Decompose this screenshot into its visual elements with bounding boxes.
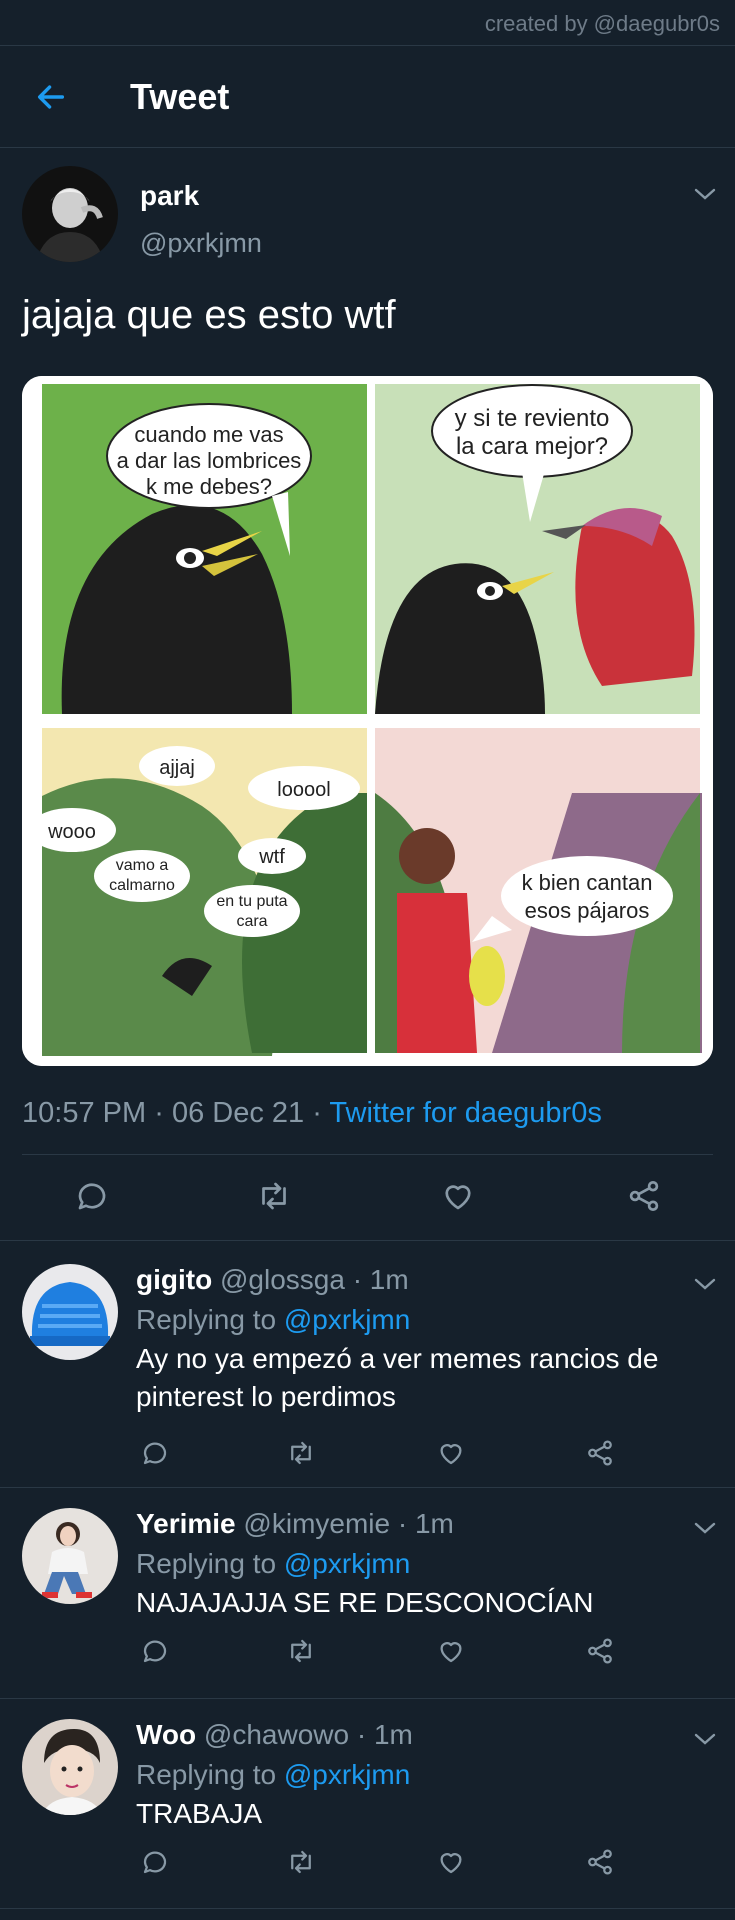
tweet-media-image[interactable]: cuando me vas a dar las lombrices k me d…: [22, 376, 713, 1066]
comic-panel-4: k bien cantan esos pájaros: [375, 728, 702, 1053]
chevron-down-icon[interactable]: [692, 186, 718, 202]
user-handle[interactable]: @glossga: [220, 1264, 345, 1295]
share-icon[interactable]: [585, 1438, 615, 1468]
tweet-text: jajaja que es esto wtf: [22, 293, 396, 337]
heart-icon[interactable]: [436, 1847, 466, 1877]
comic-text: cuando me vas: [134, 422, 283, 447]
top-bar: Tweet: [0, 46, 735, 148]
user-handle[interactable]: @chawowo: [204, 1719, 349, 1750]
display-name[interactable]: Woo: [136, 1719, 196, 1750]
display-name[interactable]: gigito: [136, 1264, 212, 1295]
reply-text-line: Ay no ya empezó a ver memes rancios de: [136, 1343, 659, 1374]
comic-text: en tu puta: [216, 893, 287, 910]
credit-text: created by @daegubr0s: [0, 0, 735, 46]
display-name[interactable]: Yerimie: [136, 1508, 236, 1539]
reply-time: · 1m: [356, 1719, 413, 1750]
avatar[interactable]: [22, 1264, 118, 1360]
share-icon[interactable]: [626, 1178, 662, 1214]
reply-text-line: TRABAJA: [136, 1798, 263, 1829]
reply-item[interactable]: gigito @glossga · 1m Replying to @pxrkjm…: [0, 1240, 735, 1488]
comic-text: k bien cantan: [522, 870, 653, 895]
replying-label: Replying to: [136, 1548, 277, 1579]
tweet-source-link[interactable]: Twitter for daegubr0s: [329, 1097, 601, 1129]
comic-text: wtf: [258, 846, 285, 868]
comic-text: k me debes?: [146, 474, 272, 499]
mention-link[interactable]: @pxrkjmn: [284, 1548, 410, 1579]
avatar[interactable]: [22, 1508, 118, 1604]
replying-label: Replying to: [136, 1304, 277, 1335]
reply-text: NAJAJAJJA SE RE DESCONOCÍAN: [136, 1584, 706, 1622]
chevron-down-icon[interactable]: [692, 1731, 718, 1747]
comment-icon[interactable]: [74, 1178, 110, 1214]
page-title: Tweet: [130, 75, 230, 117]
tweet-author: park @pxrkjmn: [22, 150, 714, 268]
chevron-down-icon[interactable]: [692, 1520, 718, 1536]
share-icon[interactable]: [585, 1847, 615, 1877]
comic-text: cara: [236, 913, 267, 930]
tweet-time: 10:57 PM: [22, 1097, 147, 1129]
retweet-icon[interactable]: [286, 1847, 316, 1877]
comic-text: vamo a: [116, 857, 169, 874]
user-handle[interactable]: @kimyemie: [243, 1508, 390, 1539]
tweet-meta: 10:57 PM · 06 Dec 21 · Twitter for daegu…: [22, 1097, 602, 1130]
reply-text-line: NAJAJAJJA SE RE DESCONOCÍAN: [136, 1587, 594, 1618]
comic-text: ajjaj: [159, 757, 195, 779]
comic-text: y si te reviento: [455, 405, 610, 432]
user-handle[interactable]: @pxrkjmn: [140, 228, 262, 259]
reply-time: · 1m: [397, 1508, 454, 1539]
comic-panel-2: y si te reviento la cara mejor?: [375, 384, 700, 714]
divider: [22, 1154, 713, 1155]
reply-item[interactable]: Woo @chawowo · 1m Replying to @pxrkjmn T…: [0, 1699, 735, 1909]
meta-separator: ·: [154, 1097, 164, 1129]
comic-text: looool: [277, 779, 330, 801]
meta-separator: ·: [312, 1097, 322, 1129]
reply-time: · 1m: [352, 1264, 409, 1295]
retweet-icon[interactable]: [286, 1636, 316, 1666]
comic-text: calmarno: [109, 877, 175, 894]
reply-text-line: pinterest lo perdimos: [136, 1381, 396, 1412]
reply-text: Ay no ya empezó a ver memes rancios de p…: [136, 1340, 706, 1416]
retweet-icon[interactable]: [256, 1178, 292, 1214]
comic-panel-1: cuando me vas a dar las lombrices k me d…: [42, 384, 367, 714]
comic-text: esos pájaros: [525, 898, 650, 923]
reply-item[interactable]: Yerimie @kimyemie · 1m Replying to @pxrk…: [0, 1488, 735, 1698]
tweet-date: 06 Dec 21: [171, 1097, 305, 1129]
heart-icon[interactable]: [440, 1178, 476, 1214]
reply-text: TRABAJA: [136, 1795, 706, 1833]
avatar[interactable]: [22, 166, 118, 262]
comment-icon[interactable]: [140, 1847, 170, 1877]
comic-text: wooo: [47, 821, 96, 843]
chevron-down-icon[interactable]: [692, 1276, 718, 1292]
heart-icon[interactable]: [436, 1438, 466, 1468]
mention-link[interactable]: @pxrkjmn: [284, 1759, 410, 1790]
comic-panel-3: ajjaj looool wooo vamo a calmarno wtf en…: [28, 728, 367, 1056]
avatar[interactable]: [22, 1719, 118, 1815]
comment-icon[interactable]: [140, 1636, 170, 1666]
share-icon[interactable]: [585, 1636, 615, 1666]
mention-link[interactable]: @pxrkjmn: [284, 1304, 410, 1335]
retweet-icon[interactable]: [286, 1438, 316, 1468]
heart-icon[interactable]: [436, 1636, 466, 1666]
comic-text: la cara mejor?: [456, 433, 608, 460]
arrow-left-icon[interactable]: [34, 80, 68, 114]
replying-label: Replying to: [136, 1759, 277, 1790]
comic-text: a dar las lombrices: [117, 448, 302, 473]
display-name[interactable]: park: [140, 180, 199, 212]
comment-icon[interactable]: [140, 1438, 170, 1468]
divider: [0, 1908, 735, 1909]
